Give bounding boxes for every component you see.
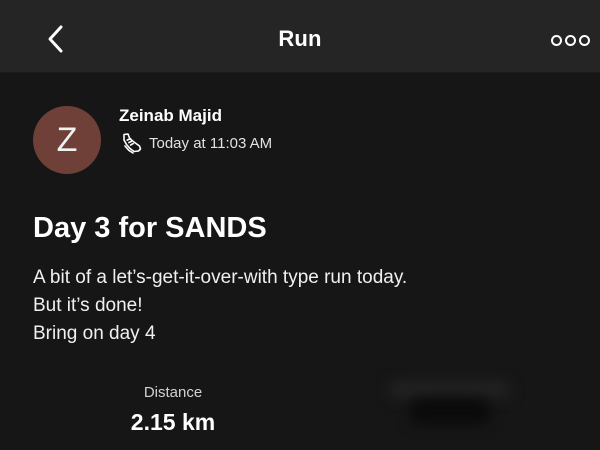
obscured-stat <box>380 376 530 436</box>
running-shoe-icon <box>123 133 142 154</box>
obscured-stat-value <box>410 398 490 424</box>
distance-stat: Distance 2.15 km <box>112 384 234 436</box>
description-line: But it’s done! <box>33 295 143 316</box>
page-title: Run <box>278 26 322 51</box>
activity-detail-screen: Run Z Zeinab Majid Today at 11:03 AM Day… <box>0 0 600 450</box>
more-options-button[interactable] <box>550 30 590 50</box>
stat-value: 2.15 km <box>130 409 216 435</box>
more-options-dot <box>578 34 590 46</box>
description-line: Bring on day 4 <box>33 323 156 344</box>
top-navigation-bar: Run <box>0 0 600 73</box>
more-options-icon <box>550 34 562 46</box>
athlete-name[interactable]: Zeinab Majid <box>119 106 222 126</box>
activity-timestamp: Today at 11:03 AM <box>149 134 273 152</box>
activity-title: Day 3 for SANDS <box>33 212 267 244</box>
avatar[interactable]: Z <box>33 106 101 174</box>
description-line: A bit of a let’s-get-it-over-with type r… <box>33 267 408 288</box>
obscured-stat-label <box>390 382 510 398</box>
more-options-dot <box>564 34 576 46</box>
activity-description: A bit of a let’s-get-it-over-with type r… <box>33 264 573 348</box>
stat-label: Distance <box>143 384 203 401</box>
activity-meta: Today at 11:03 AM <box>119 132 272 154</box>
